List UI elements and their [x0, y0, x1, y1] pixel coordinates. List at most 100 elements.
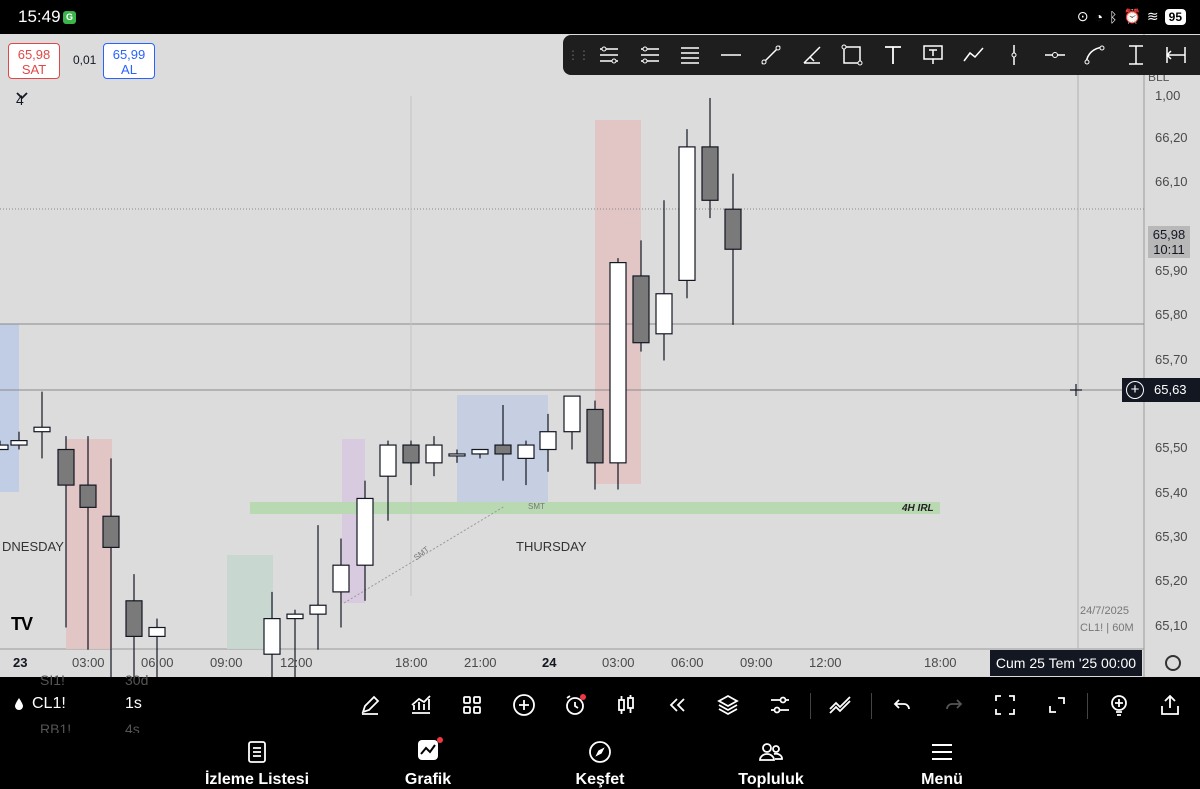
divider: [1087, 693, 1088, 719]
anchor-tool[interactable]: [1116, 35, 1157, 75]
system-icons: ⊙ ◔ ᛒ ⏰ ≋ 95: [1077, 8, 1186, 25]
battery-indicator: 95: [1164, 8, 1186, 25]
candle-body: [517, 444, 535, 459]
cross-line-icon: [1044, 52, 1065, 58]
zone-box: [0, 324, 19, 492]
add-button[interactable]: [509, 690, 539, 720]
indicators-button[interactable]: [406, 690, 436, 720]
time-tick: 21:00: [464, 655, 497, 670]
vertical-line-tool[interactable]: [994, 35, 1035, 75]
alerts-button[interactable]: [560, 690, 590, 720]
parallel-channel-icon: [640, 46, 659, 64]
notification-dot: [437, 736, 443, 743]
interval-selector[interactable]: 1s: [125, 695, 142, 713]
symbol-name: CL1!: [32, 695, 66, 712]
time-tick: 03:00: [72, 655, 105, 670]
trend-line-tool[interactable]: [751, 35, 792, 75]
nav-community[interactable]: Topluluk: [706, 739, 836, 789]
nav-chart[interactable]: Grafik: [363, 736, 493, 789]
path-tool[interactable]: [954, 35, 995, 75]
crosshair-price-tag[interactable]: + 65,63: [1122, 378, 1200, 402]
plus-circle-icon: [513, 694, 535, 716]
drag-handle-icon[interactable]: ⋮⋮: [567, 48, 590, 62]
list-icon: [248, 741, 266, 763]
sell-button[interactable]: 65,98 SAT: [8, 43, 60, 79]
chart-settings-icon[interactable]: [1165, 655, 1181, 671]
redo-button[interactable]: [939, 690, 969, 720]
fullscreen-button[interactable]: [1042, 690, 1072, 720]
trading-button[interactable]: [826, 690, 856, 720]
ideas-button[interactable]: [1104, 690, 1134, 720]
candle-body: [448, 453, 466, 457]
tradingview-logo: TV: [11, 614, 33, 634]
text-icon: [884, 46, 901, 64]
last-price: 65,98: [1152, 227, 1186, 242]
anchor-icon: [1128, 45, 1143, 65]
candle-body: [402, 444, 420, 464]
measure-tool[interactable]: [1156, 35, 1197, 75]
day-label-wednesday: DNESDAY: [2, 539, 64, 554]
candle-body: [563, 395, 581, 433]
rewind-icon: [669, 698, 685, 712]
alarm-icon: ⏰: [1123, 8, 1141, 24]
rectangle-tool[interactable]: [832, 35, 873, 75]
horizontal-ray-tool[interactable]: [589, 35, 630, 75]
brush-tool[interactable]: [792, 35, 833, 75]
time-tick: 09:00: [740, 655, 773, 670]
drawing-toolbar[interactable]: ⋮⋮: [563, 35, 1200, 75]
candle-body: [148, 626, 166, 637]
candle-body: [678, 146, 696, 282]
sliders-icon: [771, 696, 789, 714]
undo-button[interactable]: [887, 690, 917, 720]
screenshot-button[interactable]: [990, 690, 1020, 720]
text-tool[interactable]: [873, 35, 914, 75]
candle-body: [79, 484, 97, 508]
layouts-button[interactable]: [457, 690, 487, 720]
horizontal-line-tool[interactable]: [711, 35, 752, 75]
candle-body: [425, 444, 443, 464]
chart-type-button[interactable]: [611, 690, 641, 720]
wifi-icon: ≋: [1146, 8, 1159, 24]
nav-menu[interactable]: Menü: [877, 739, 1007, 789]
fib-retracement-tool[interactable]: [670, 35, 711, 75]
nav-watchlist[interactable]: İzleme Listesi: [192, 739, 322, 789]
buy-button[interactable]: 65,99 AL: [103, 43, 155, 79]
app-notification-icon: G: [63, 11, 76, 24]
objects-tree-button[interactable]: [713, 690, 743, 720]
nav-explore[interactable]: Keşfet: [535, 739, 665, 789]
chart-area[interactable]: 65,98 SAT 0,01 65,99 AL 4 BLL ⋮⋮ 66,20 66…: [0, 34, 1200, 677]
crosshair-price: 65,63: [1154, 382, 1187, 397]
cross-line-tool[interactable]: [1035, 35, 1076, 75]
replay-button[interactable]: [662, 690, 692, 720]
candle-body: [494, 444, 512, 455]
symbol-selector[interactable]: CL1!: [14, 695, 66, 713]
legend-toggle[interactable]: 4: [16, 92, 28, 108]
divider: [871, 693, 872, 719]
pen-icon: [361, 695, 380, 715]
time-tick: 12:00: [809, 655, 842, 670]
time-tick: 18:00: [395, 655, 428, 670]
price-chart[interactable]: [0, 34, 1200, 677]
candle-body: [356, 497, 374, 566]
vertical-line-icon: [1011, 45, 1017, 65]
redo-icon: [946, 699, 963, 710]
callout-icon: [923, 45, 943, 64]
settings-button[interactable]: [765, 690, 795, 720]
link-icon: ⊙: [1076, 8, 1089, 24]
layers-icon: [717, 694, 739, 716]
candle-body: [586, 408, 604, 464]
curve-tool[interactable]: [1075, 35, 1116, 75]
info-date: 24/7/2025: [1080, 605, 1129, 617]
candle-body: [655, 293, 673, 335]
nav-label: Menü: [921, 771, 963, 788]
brush-icon: [803, 46, 821, 64]
parallel-channel-tool[interactable]: [630, 35, 671, 75]
fib-retracement-icon: [681, 47, 700, 64]
bluetooth-icon: ᛒ: [1109, 8, 1118, 25]
callout-tool[interactable]: [913, 35, 954, 75]
add-alert-icon[interactable]: +: [1126, 381, 1144, 399]
time-tick: 06:00: [141, 655, 174, 670]
share-button[interactable]: [1155, 690, 1185, 720]
drawing-tools-button[interactable]: [355, 690, 385, 720]
chevron-down-icon: [16, 92, 28, 100]
